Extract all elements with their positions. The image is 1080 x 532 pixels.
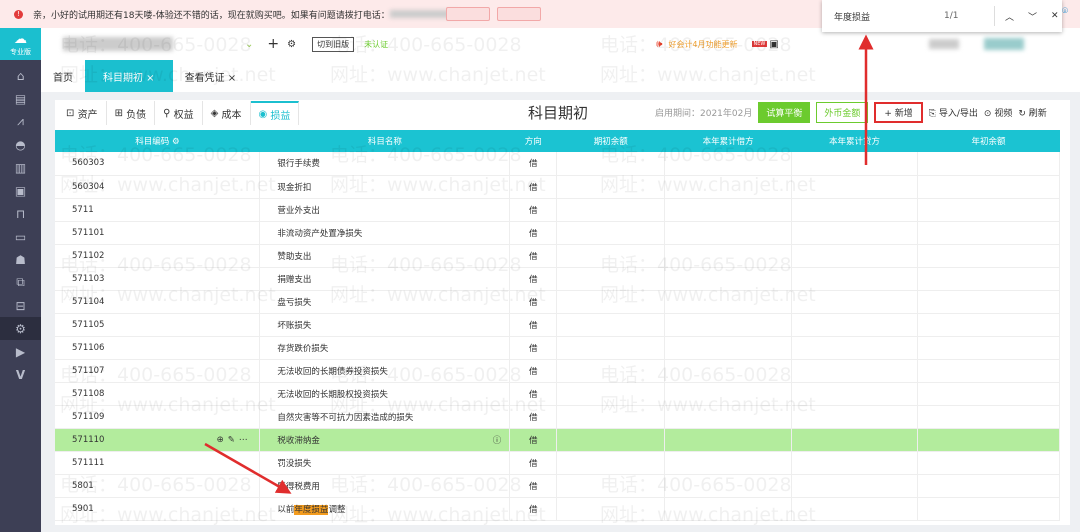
annotation-arrows bbox=[204, 34, 874, 494]
arrow-to-highlight bbox=[204, 442, 292, 494]
